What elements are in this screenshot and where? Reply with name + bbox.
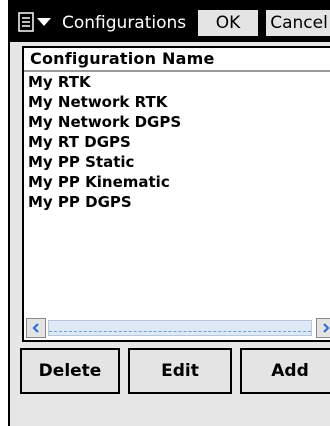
delete-button[interactable]: Delete bbox=[20, 348, 120, 394]
start-menu-button[interactable] bbox=[14, 8, 54, 36]
list-item[interactable]: My RT DGPS bbox=[24, 132, 330, 152]
start-menu-icon bbox=[17, 12, 34, 32]
scrollbar-thumb[interactable] bbox=[49, 324, 311, 332]
list-rows: My RTK My Network RTK My Network DGPS My… bbox=[24, 72, 330, 212]
horizontal-scrollbar[interactable] bbox=[26, 318, 330, 338]
list-item[interactable]: My PP Static bbox=[24, 152, 330, 172]
title-bar: Configurations OK Cancel bbox=[10, 0, 330, 42]
ok-button[interactable]: OK bbox=[196, 8, 260, 38]
edit-button[interactable]: Edit bbox=[128, 348, 232, 394]
window-title: Configurations bbox=[62, 13, 187, 33]
app-window: Configurations OK Cancel Configuration N… bbox=[8, 0, 330, 426]
list-item[interactable]: My PP DGPS bbox=[24, 192, 330, 212]
add-button[interactable]: Add bbox=[240, 348, 330, 394]
scroll-left-arrow-icon bbox=[32, 323, 39, 333]
scroll-left-button[interactable] bbox=[26, 318, 46, 338]
scrollbar-track[interactable] bbox=[48, 320, 312, 336]
list-item[interactable]: My Network RTK bbox=[24, 92, 330, 112]
scroll-right-button[interactable] bbox=[316, 318, 330, 338]
cancel-button[interactable]: Cancel bbox=[264, 8, 330, 38]
list-item[interactable]: My Network DGPS bbox=[24, 112, 330, 132]
list-item[interactable]: My RTK bbox=[24, 72, 330, 92]
scroll-right-arrow-icon bbox=[323, 323, 330, 333]
triangle-down-icon bbox=[36, 18, 51, 26]
column-header-configuration-name[interactable]: Configuration Name bbox=[24, 48, 330, 72]
list-item[interactable]: My PP Kinematic bbox=[24, 172, 330, 192]
configuration-list[interactable]: Configuration Name My RTK My Network RTK… bbox=[22, 46, 330, 342]
